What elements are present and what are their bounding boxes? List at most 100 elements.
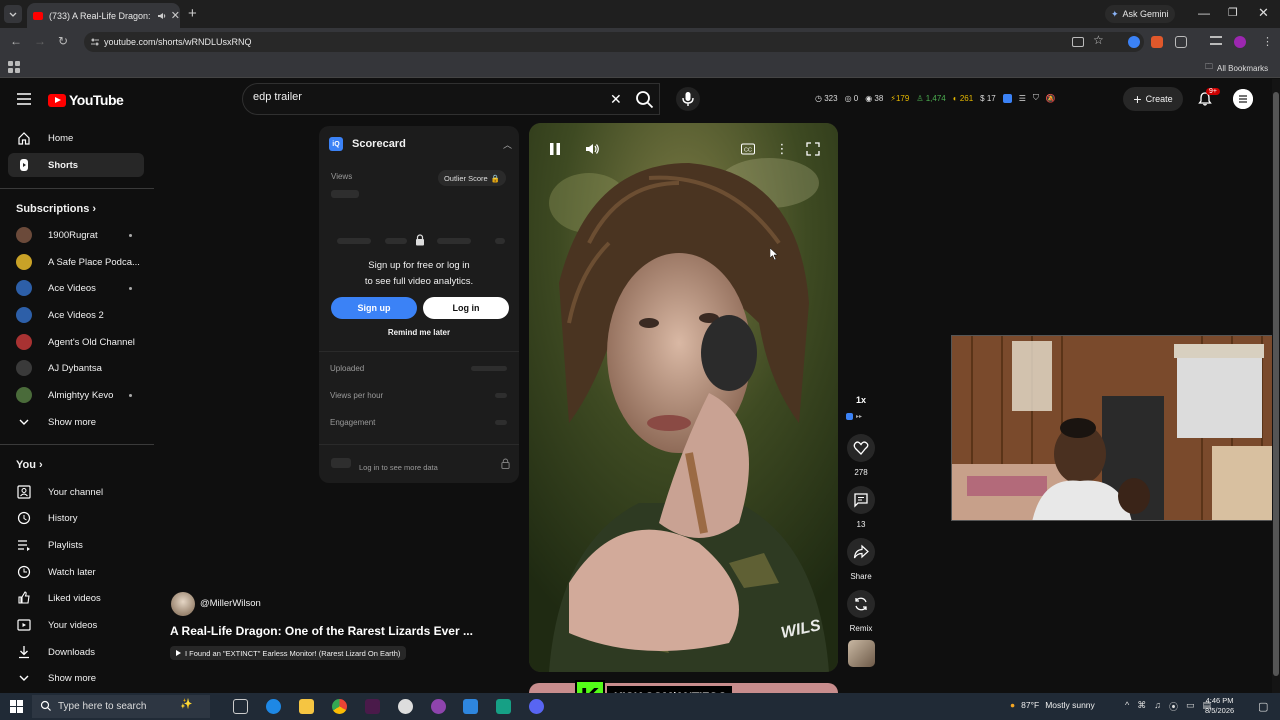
comment-icon[interactable] — [847, 486, 875, 514]
ext-toolbar-icon[interactable] — [1002, 93, 1012, 103]
remind-me-later-button[interactable]: Remind me later — [319, 328, 519, 337]
reload-icon[interactable]: ↻ — [58, 34, 68, 48]
sidebar-item-your-videos[interactable]: Your videos — [8, 613, 144, 637]
subscriptions-heading[interactable]: Subscriptions › — [16, 203, 96, 215]
bookmark-star-icon[interactable]: ☆ — [1093, 33, 1104, 47]
pause-icon[interactable] — [547, 141, 563, 157]
show-more-you-button[interactable]: Show more — [8, 666, 144, 690]
browser-menu-icon[interactable]: ⋮ — [1262, 35, 1273, 48]
window-minimize-icon[interactable]: — — [1198, 6, 1210, 20]
ask-gemini-button[interactable]: ✦ Ask Gemini — [1105, 5, 1175, 23]
like-button[interactable]: 278 — [845, 434, 877, 477]
outlier-score-button[interactable]: Outlier Score 🔒 — [438, 170, 506, 186]
reading-list-icon[interactable] — [1210, 36, 1222, 45]
site-info-icon[interactable] — [90, 37, 100, 47]
create-button[interactable]: + Create — [1123, 87, 1183, 111]
shorts-video-player[interactable]: CC ⋮ WILS — [529, 123, 838, 672]
sidebar-item-home[interactable]: Home — [8, 126, 144, 150]
microphone-tray-icon[interactable]: ⦿ — [1169, 700, 1178, 713]
sidebar-item-watch-later[interactable]: Watch later — [8, 560, 144, 584]
related-video-chip[interactable]: I Found an "EXTINCT" Earless Monitor! (R… — [170, 646, 407, 660]
more-options-icon[interactable]: ⋮ — [774, 141, 790, 157]
back-icon[interactable]: ← — [10, 34, 22, 48]
volume-icon[interactable] — [584, 141, 600, 157]
apps-grid-icon[interactable] — [8, 61, 20, 73]
show-more-subscriptions-button[interactable]: Show more — [8, 410, 144, 434]
audio-source-thumbnail[interactable] — [848, 640, 875, 667]
vegas-app-icon[interactable] — [365, 699, 380, 714]
chrome-browser-icon[interactable] — [332, 699, 347, 714]
subscription-item[interactable]: AJ Dybantsa — [8, 356, 144, 380]
app-blue-icon[interactable] — [463, 699, 478, 714]
youtube-logo[interactable]: YouTube — [48, 92, 124, 108]
app-green-icon[interactable] — [496, 699, 511, 714]
forward-icon[interactable]: → — [34, 34, 46, 48]
extension-orange-icon[interactable] — [1151, 36, 1163, 48]
address-bar[interactable]: youtube.com/shorts/wRNDLUsxRNQ — [84, 32, 1144, 52]
sidebar-item-downloads[interactable]: Downloads — [8, 640, 144, 664]
battery-icon[interactable]: ▭ — [1186, 700, 1195, 713]
notifications-center-icon[interactable]: ▢ — [1258, 700, 1268, 713]
account-avatar[interactable] — [1233, 89, 1253, 109]
browser-tab[interactable]: (733) A Real-Life Dragon: O ✕ — [27, 3, 180, 28]
subscription-item[interactable]: Ace Videos — [8, 276, 144, 300]
ext-shield-icon[interactable]: ⛉ — [1033, 93, 1039, 103]
file-explorer-icon[interactable] — [299, 699, 314, 714]
app-circle-icon[interactable] — [398, 699, 413, 714]
edge-browser-icon[interactable] — [266, 699, 281, 714]
scrollbar-thumb[interactable] — [1273, 92, 1279, 676]
new-tab-button[interactable]: + — [188, 5, 197, 22]
weather-widget[interactable]: ● 87°F Mostly sunny — [1010, 700, 1095, 710]
search-box[interactable] — [242, 83, 660, 115]
ext-bell-off-icon[interactable]: 🔕 — [1046, 94, 1056, 103]
captions-icon[interactable]: CC — [740, 141, 756, 157]
subscription-item[interactable]: A Safe Place Podca... — [8, 250, 144, 274]
share-button[interactable]: Share — [845, 538, 877, 581]
you-heading[interactable]: You › — [16, 459, 43, 471]
window-restore-icon[interactable]: ❐ — [1228, 6, 1238, 19]
subscription-item[interactable]: Agent's Old Channel — [8, 330, 144, 354]
remix-icon[interactable] — [847, 590, 875, 618]
search-icon[interactable] — [633, 88, 657, 112]
sidebar-item-your-channel[interactable]: Your channel — [8, 480, 144, 504]
task-view-icon[interactable] — [233, 699, 248, 714]
subscription-item[interactable]: Almightyy Kevo — [8, 383, 144, 407]
window-close-icon[interactable]: ✕ — [1258, 5, 1269, 21]
extensions-puzzle-icon[interactable] — [1175, 36, 1187, 48]
sign-up-button[interactable]: Sign up — [331, 297, 417, 319]
comments-button[interactable]: 13 — [845, 486, 877, 529]
install-app-icon[interactable] — [1072, 37, 1084, 47]
remix-button[interactable]: Remix — [845, 590, 877, 633]
taskbar-search[interactable]: Type here to search ✨ — [32, 695, 210, 718]
ext-list-icon[interactable]: ☰ — [1019, 94, 1026, 103]
sidebar-item-playlists[interactable]: Playlists — [8, 533, 144, 557]
subscription-item[interactable]: Ace Videos 2 — [8, 303, 144, 327]
microphone-icon[interactable] — [676, 87, 700, 111]
log-in-button[interactable]: Log in — [423, 297, 509, 319]
share-icon[interactable] — [847, 538, 875, 566]
login-more-data-link[interactable]: Log in to see more data — [359, 463, 438, 472]
sidebar-item-liked-videos[interactable]: Liked videos — [8, 586, 144, 610]
speaker-icon[interactable]: ♫ — [1154, 700, 1161, 713]
fullscreen-icon[interactable] — [805, 141, 821, 157]
all-bookmarks-button[interactable]: 🗀 All Bookmarks — [1205, 61, 1268, 75]
channel-name-link[interactable]: @MillerWilson — [200, 598, 261, 609]
windows-start-icon[interactable] — [10, 700, 23, 713]
chevron-up-icon[interactable]: ︿ — [503, 138, 512, 151]
chevron-up-icon[interactable]: ^ — [1125, 700, 1129, 713]
subscription-item[interactable]: 1900Rugrat — [8, 223, 144, 247]
discord-icon[interactable] — [529, 699, 544, 714]
search-input[interactable] — [253, 91, 593, 103]
video-title[interactable]: A Real-Life Dragon: One of the Rarest Li… — [170, 624, 473, 638]
like-heart-icon[interactable] — [847, 434, 875, 462]
tab-audio-icon[interactable] — [157, 11, 167, 21]
taskbar-clock[interactable]: 4:46 PM 8/5/2026 — [1205, 696, 1234, 716]
profile-avatar-icon[interactable] — [1234, 36, 1246, 48]
app-multicolor-icon[interactable] — [431, 699, 446, 714]
sidebar-item-shorts[interactable]: Shorts — [8, 153, 144, 177]
tab-close-icon[interactable]: ✕ — [171, 9, 180, 22]
extension-blue-icon[interactable] — [1128, 36, 1140, 48]
tab-search-icon[interactable] — [4, 5, 22, 23]
hamburger-menu-icon[interactable] — [16, 92, 32, 106]
network-icon[interactable]: ⌘ — [1137, 700, 1146, 713]
